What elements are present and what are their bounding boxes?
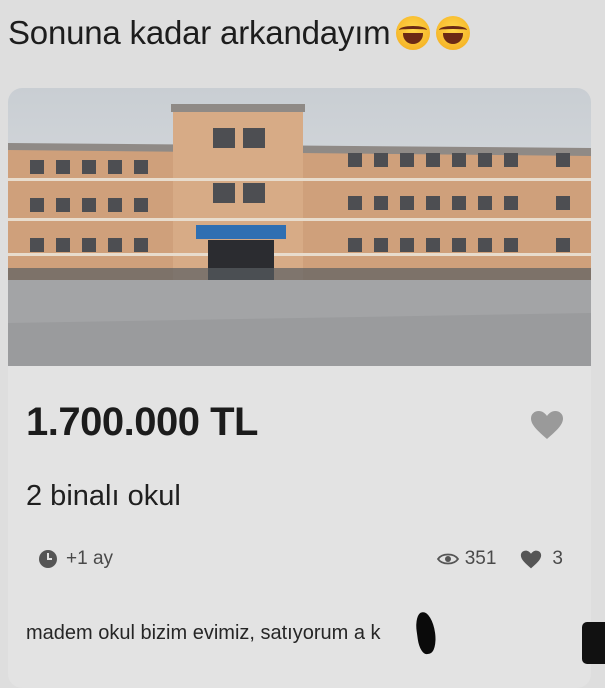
censor-blot (414, 610, 438, 656)
listing-description: madem okul bizim evimiz, satıyorum a k (26, 622, 381, 644)
eye-icon (436, 553, 459, 565)
posted-age-text: +1 ay (66, 548, 114, 569)
view-count: 351 (436, 548, 497, 570)
view-count-text: 351 (464, 548, 497, 569)
tears-of-joy-emoji-icon (396, 16, 431, 50)
heart-icon (521, 550, 542, 568)
listing-price: 1.700.000 TL (26, 400, 258, 444)
like-count: 3 (520, 548, 563, 570)
tears-of-joy-emoji-icon (436, 16, 471, 50)
favorite-heart-icon[interactable] (530, 410, 564, 440)
image-icon (582, 622, 605, 664)
listing-stats: 351 3 (413, 548, 563, 570)
posted-age: +1 ay (38, 548, 113, 570)
listing-card[interactable]: 1.700.000 TL 2 binalı okul +1 ay 351 3 m… (8, 88, 591, 688)
listing-photo[interactable] (8, 88, 591, 366)
post-caption: Sonuna kadar arkandayım (8, 14, 471, 52)
like-count-text: 3 (552, 548, 563, 569)
caption-text: Sonuna kadar arkandayım (8, 14, 391, 51)
clock-icon (39, 550, 57, 568)
listing-title: 2 binalı okul (26, 480, 181, 512)
